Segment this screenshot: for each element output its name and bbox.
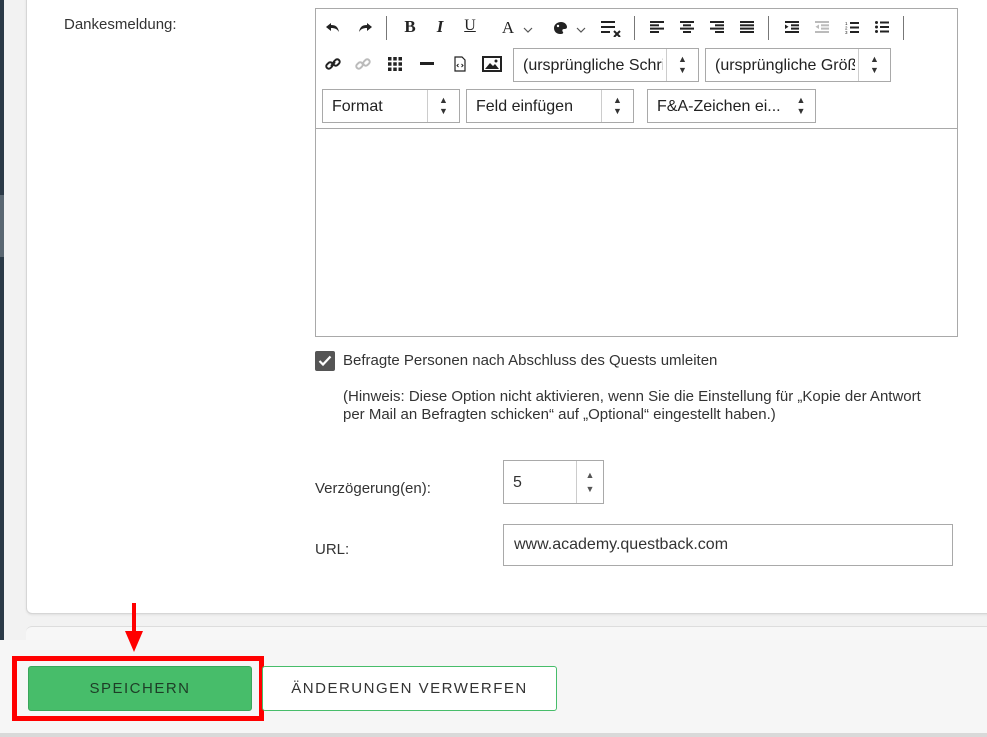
discard-changes-button[interactable]: ÄNDERUNGEN VERWERFEN bbox=[262, 666, 557, 711]
font-family-select-value: (ursprüngliche Schriftart) bbox=[523, 57, 663, 74]
remove-format-icon[interactable] bbox=[600, 17, 622, 39]
outdent-icon bbox=[811, 16, 833, 38]
page: Dankesmeldung: B I U A 1 2 3 (ursprüngli… bbox=[0, 0, 987, 737]
save-button[interactable]: SPEICHERN bbox=[28, 666, 252, 711]
toolbar-divider bbox=[903, 16, 904, 40]
align-justify-icon[interactable] bbox=[736, 16, 758, 38]
align-right-icon[interactable] bbox=[706, 16, 728, 38]
url-label: URL: bbox=[315, 541, 350, 558]
sidebar-scroll-notch bbox=[0, 195, 4, 257]
underline-button[interactable]: U bbox=[459, 15, 481, 37]
svg-text:3: 3 bbox=[845, 30, 848, 34]
annotation-arrow-icon bbox=[125, 603, 143, 652]
indent-icon[interactable] bbox=[781, 16, 803, 38]
toolbar-divider bbox=[634, 16, 635, 40]
format-select[interactable]: Format ▲ ▼ bbox=[322, 89, 460, 123]
font-family-select[interactable]: (ursprüngliche Schriftart) ▲▼ bbox=[513, 48, 699, 82]
chevron-down-icon[interactable] bbox=[517, 19, 539, 41]
link-icon[interactable] bbox=[322, 53, 344, 75]
unlink-icon bbox=[352, 53, 374, 75]
background-color-icon[interactable] bbox=[549, 17, 571, 39]
insert-field-select-value: Feld einfügen bbox=[476, 98, 573, 115]
table-icon[interactable] bbox=[384, 53, 406, 75]
rich-text-editor: B I U A 1 2 3 (ursprüngliche Schri ▲ ▼ (… bbox=[315, 8, 958, 337]
bold-button[interactable]: B bbox=[399, 16, 421, 38]
select-arrows-icon: ▲ ▼ bbox=[601, 90, 633, 122]
stepper-arrows-icon[interactable]: ▲ ▼ bbox=[576, 461, 603, 503]
editor-content-area[interactable] bbox=[316, 128, 957, 336]
redo-icon[interactable] bbox=[354, 16, 376, 38]
editor-toolbar: B I U A 1 2 3 (ursprüngliche Schri ▲ ▼ (… bbox=[316, 9, 957, 128]
redirect-checkbox[interactable] bbox=[315, 351, 335, 371]
delay-value: 5 bbox=[513, 474, 522, 491]
insert-field-select[interactable]: Feld einfügen ▲ ▼ bbox=[466, 89, 634, 123]
delay-label: Verzögerung(en): bbox=[315, 480, 431, 497]
chevron-down-icon[interactable] bbox=[570, 19, 592, 41]
source-code-icon[interactable] bbox=[449, 53, 471, 75]
image-icon[interactable] bbox=[481, 53, 503, 75]
font-size-select[interactable]: (ursprüngliche Größe) ▲▼ bbox=[705, 48, 891, 82]
select-arrows-icon: ▲ ▼ bbox=[858, 49, 890, 81]
italic-button[interactable]: I bbox=[429, 16, 451, 38]
undo-icon[interactable] bbox=[322, 16, 344, 38]
font-color-button[interactable]: A bbox=[497, 17, 519, 39]
qa-characters-select[interactable]: F&A-Zeichen ei... ▲ ▼ bbox=[647, 89, 816, 123]
select-arrows-icon: ▲ ▼ bbox=[427, 90, 459, 122]
redirect-checkbox-label[interactable]: Befragte Personen nach Abschluss des Que… bbox=[343, 352, 717, 369]
select-arrows-icon: ▲ ▼ bbox=[666, 49, 698, 81]
footer-bottom-divider bbox=[0, 733, 987, 737]
url-input-value: www.academy.questback.com bbox=[514, 536, 729, 553]
url-input[interactable]: www.academy.questback.com bbox=[503, 524, 953, 566]
redirect-hint-text: (Hinweis: Diese Option nicht aktivieren,… bbox=[343, 388, 921, 423]
toolbar-divider bbox=[386, 16, 387, 40]
font-size-select-value: (ursprüngliche Größe) bbox=[715, 57, 855, 74]
toolbar-divider bbox=[768, 16, 769, 40]
format-select-value: Format bbox=[332, 98, 383, 115]
horizontal-line-icon[interactable] bbox=[416, 53, 438, 75]
thanks-message-label: Dankesmeldung: bbox=[64, 16, 177, 33]
delay-stepper[interactable]: 5 ▲ ▼ bbox=[503, 460, 604, 504]
qa-characters-select-value: F&A-Zeichen ei... bbox=[657, 98, 781, 115]
align-left-icon[interactable] bbox=[646, 16, 668, 38]
left-sidebar-edge bbox=[0, 0, 4, 737]
align-center-icon[interactable] bbox=[676, 16, 698, 38]
bullet-list-icon[interactable] bbox=[871, 16, 893, 38]
select-arrows-icon: ▲ ▼ bbox=[796, 95, 806, 116]
numbered-list-icon[interactable]: 123 bbox=[841, 16, 863, 38]
